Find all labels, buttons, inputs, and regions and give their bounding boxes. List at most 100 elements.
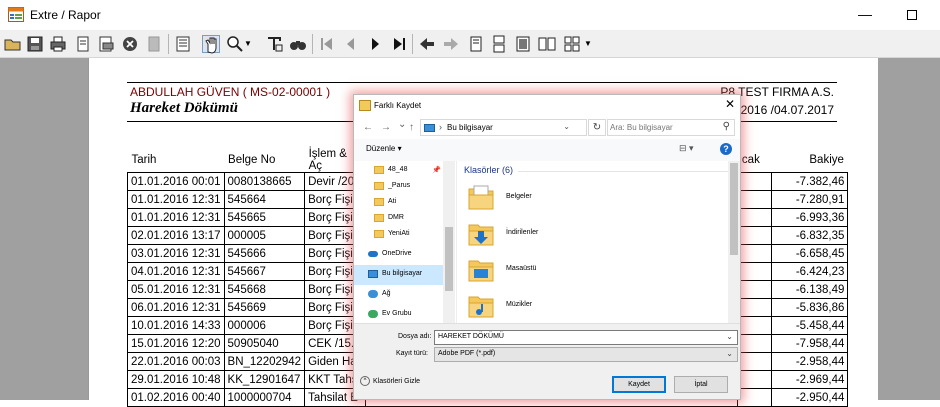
chevron-down-icon[interactable]: ▼	[244, 39, 254, 57]
computer-icon	[424, 124, 435, 132]
cell-balance: -7.958,44	[771, 334, 849, 353]
single-page-icon[interactable]	[467, 35, 485, 53]
search-input[interactable]	[610, 121, 718, 134]
folders-group-title[interactable]: Klasörler (6)	[464, 165, 513, 175]
find-icon[interactable]	[289, 35, 307, 53]
last-page-icon[interactable]	[390, 35, 408, 53]
text-icon[interactable]	[265, 35, 283, 53]
nav-scrollbar[interactable]	[443, 161, 455, 323]
address-bar[interactable]: › Bu bilgisayar ⌄	[420, 119, 587, 136]
next-page-icon[interactable]	[366, 35, 384, 53]
folder-item-downloads[interactable]: İndirilenler	[468, 219, 668, 253]
page-setup-icon[interactable]	[74, 35, 92, 53]
forward-icon[interactable]	[442, 35, 460, 53]
multi-page-icon[interactable]	[563, 35, 581, 53]
continuous-page-icon[interactable]	[490, 35, 508, 53]
save-as-dialog: Farklı Kaydet ✕ ← → ⌄ ↑ › Bu bilgisayar …	[353, 94, 741, 400]
nav-item-this-pc[interactable]: Bu bilgisayar	[354, 265, 454, 285]
dialog-title: Farklı Kaydet	[374, 101, 422, 110]
facing-pages-icon[interactable]	[514, 35, 532, 53]
back-icon[interactable]	[418, 35, 436, 53]
stop-icon[interactable]	[121, 35, 139, 53]
minimize-button[interactable]: —	[855, 6, 875, 24]
cell-balance: -2.969,44	[771, 370, 849, 389]
nav-item-label: Ağ	[382, 290, 391, 297]
up-icon[interactable]: ↑	[409, 122, 414, 133]
cell-date: 01.01.2016 12:31	[127, 190, 225, 209]
date-range: 2016 /04.07.2017	[740, 103, 834, 117]
chevron-down-icon[interactable]: ▼	[584, 39, 594, 57]
nav-item-label: Bu bilgisayar	[382, 270, 423, 277]
cell-credit	[737, 370, 773, 389]
chevron-up-icon: ^	[360, 376, 370, 386]
previous-page-icon[interactable]	[342, 35, 360, 53]
nav-item-onedrive[interactable]: OneDrive	[354, 245, 454, 265]
cell-credit	[737, 298, 773, 317]
chevron-down-icon[interactable]: ⌄	[563, 122, 570, 131]
two-pages-icon[interactable]	[538, 35, 556, 53]
cell-balance: -7.382,46	[771, 172, 849, 191]
organize-button[interactable]: Düzenle ▾	[366, 144, 402, 153]
file-list[interactable]: Klasörler (6) Belgeler İndirilenler Masa…	[458, 161, 740, 323]
scrollbar-thumb[interactable]	[730, 163, 738, 255]
open-icon[interactable]	[4, 35, 22, 53]
cell-balance: -6.424,23	[771, 262, 849, 281]
cell-doc: KK_12901647	[223, 370, 306, 389]
back-icon[interactable]: ←	[363, 122, 373, 133]
cell-doc: 545668	[223, 280, 306, 299]
filename-field[interactable]: HAREKET DÖKÜMÜ ⌄	[434, 330, 738, 345]
filetype-select[interactable]: Adobe PDF (*.pdf) ⌄	[434, 347, 738, 362]
navigation-pane[interactable]: 48_48 📌 _Parus Ati DMR YeniAti OneDrive B…	[354, 161, 457, 323]
refresh-icon[interactable]: ↻	[588, 119, 606, 136]
first-page-icon[interactable]	[318, 35, 336, 53]
cell-date: 02.01.2016 13:17	[127, 226, 225, 245]
view-options-button[interactable]: ⊟ ▾	[679, 143, 694, 154]
hide-folders-toggle[interactable]: ^ Klasörleri Gizle	[360, 376, 420, 386]
column-header-doc: Belge No	[228, 154, 276, 166]
print-icon[interactable]	[49, 35, 67, 53]
chevron-down-icon[interactable]: ⌄	[726, 349, 733, 358]
chevron-down-icon[interactable]: ⌄	[726, 332, 733, 341]
folder-item-music[interactable]: Müzikler	[468, 291, 668, 323]
scrollbar-thumb[interactable]	[445, 227, 453, 291]
search-box[interactable]: ⚲	[607, 119, 735, 136]
nav-item-yeniati[interactable]: YeniAti	[354, 225, 454, 245]
close-icon[interactable]: ✕	[723, 97, 737, 113]
maximize-button[interactable]	[902, 6, 922, 24]
save-icon[interactable]	[26, 35, 44, 53]
forward-icon[interactable]: →	[381, 122, 391, 133]
folder-item-documents[interactable]: Belgeler	[468, 183, 668, 217]
cell-date: 29.01.2016 10:48	[127, 370, 225, 389]
cell-date: 10.01.2016 14:33	[127, 316, 225, 335]
cell-balance: -2.958,44	[771, 352, 849, 371]
cell-doc: 545665	[223, 208, 306, 227]
hand-tool-icon[interactable]	[202, 35, 220, 54]
cell-balance: -6.138,49	[771, 280, 849, 299]
nav-item-homegroup[interactable]: Ev Grubu	[354, 305, 454, 323]
documents-folder-icon	[468, 185, 494, 210]
cancel-button[interactable]: İptal	[674, 376, 728, 393]
file-list-scrollbar[interactable]	[728, 161, 740, 323]
chevron-down-icon[interactable]: ⌄	[398, 119, 406, 130]
nav-item-network[interactable]: Ağ	[354, 285, 454, 305]
blank-page-icon[interactable]	[145, 35, 163, 53]
document-map-icon[interactable]	[174, 35, 192, 53]
save-form: Dosya adı: HAREKET DÖKÜMÜ ⌄ Kayıt türü: …	[354, 323, 740, 399]
desktop-folder-icon	[468, 260, 494, 282]
folder-item-desktop[interactable]: Masaüstü	[468, 255, 668, 289]
nav-item-label: Ati	[388, 198, 397, 205]
cell-balance: -5.836,86	[771, 298, 849, 317]
maximize-icon	[907, 10, 917, 20]
column-header-balance: Bakiye	[809, 154, 844, 166]
zoom-icon[interactable]	[226, 35, 244, 53]
cell-balance: -6.993,36	[771, 208, 849, 227]
help-icon[interactable]: ?	[720, 143, 732, 155]
cell-doc: 545669	[223, 298, 306, 317]
column-header-date: Tarih	[131, 154, 157, 166]
filetype-label: Kayıt türü:	[396, 350, 428, 357]
export-icon[interactable]	[97, 35, 115, 53]
cell-balance: -6.658,45	[771, 244, 849, 263]
save-button[interactable]: Kaydet	[612, 376, 666, 393]
cell-date: 03.01.2016 12:31	[127, 244, 225, 263]
cell-credit	[737, 334, 773, 353]
